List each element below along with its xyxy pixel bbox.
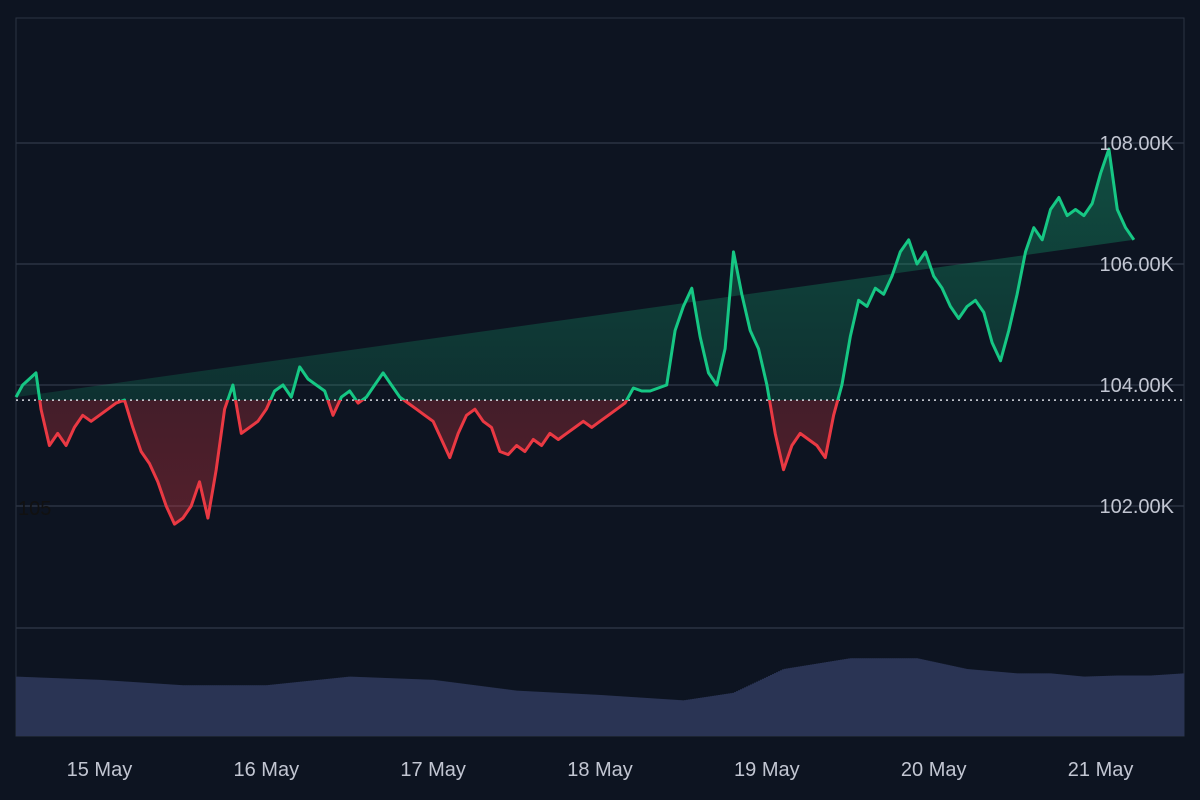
volume-bar (1182, 673, 1185, 736)
volume-bars (16, 658, 1185, 736)
y-tick-label: 102.00K (1099, 496, 1174, 518)
x-tick-label: 16 May (233, 759, 299, 781)
y-tick-label: 104.00K (1099, 375, 1174, 397)
x-tick-label: 21 May (1068, 759, 1134, 781)
x-tick-label: 19 May (734, 759, 800, 781)
x-tick-label: 17 May (400, 759, 466, 781)
y-tick-label: 108.00K (1099, 133, 1174, 155)
y-tick-label: 106.00K (1099, 254, 1174, 276)
price-chart-svg: 102.00K 104.00K 106.00K 108.00K 15 May 16 Ma… (14, 17, 1185, 781)
stray-value-label: 105 (18, 498, 51, 520)
x-tick-label: 18 May (567, 759, 633, 781)
price-area-fill (16, 149, 1134, 525)
x-axis-labels: 15 May 16 May 17 May 18 May 19 May 20 May 21 M… (67, 759, 1134, 781)
x-tick-label: 15 May (67, 759, 133, 781)
x-tick-label: 20 May (901, 759, 967, 781)
price-chart: 102.00K 104.00K 106.00K 108.00K 15 May 16 Ma… (0, 0, 1200, 800)
